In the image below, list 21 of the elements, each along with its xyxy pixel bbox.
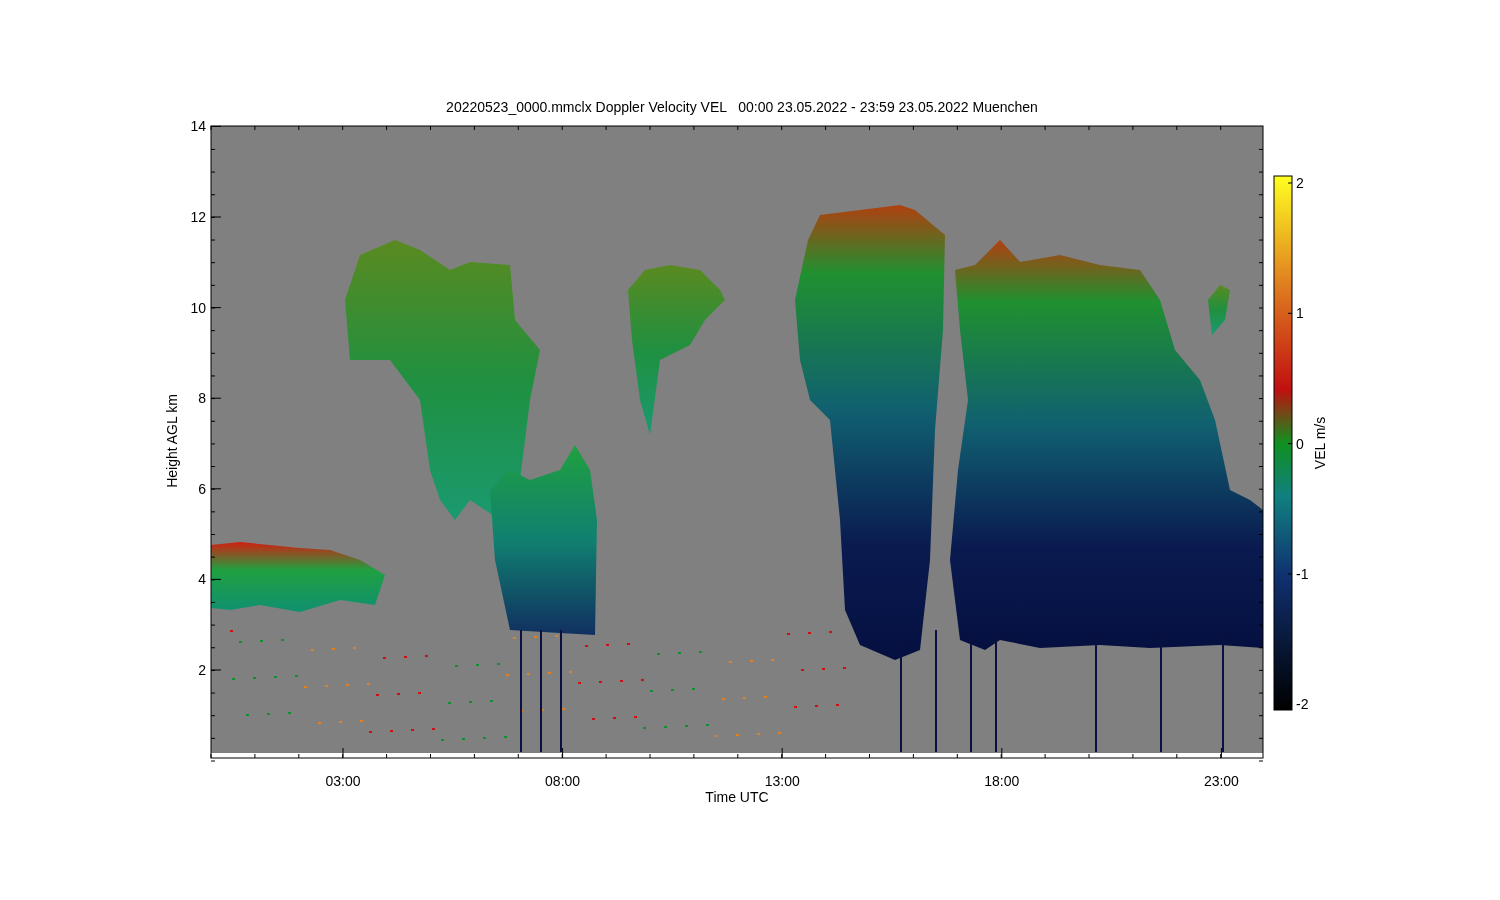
x-tick-label: 03:00 — [325, 773, 361, 789]
y-tick-label: 10 — [190, 299, 206, 316]
y-tick-label: 12 — [190, 209, 206, 225]
x-axis-label: Time UTC — [705, 789, 769, 805]
colorbar-tick-label: -2 — [1296, 696, 1309, 713]
y-tick-label: 4 — [198, 571, 206, 588]
y-tick-label: 6 — [198, 480, 206, 497]
x-tick-label: 18:00 — [984, 773, 1020, 789]
colorbar-label: VEL m/s — [1312, 416, 1328, 470]
colorbar-tick-label: -1 — [1296, 565, 1309, 582]
x-tick-label: 08:00 — [545, 773, 581, 789]
chart-title: 20220523_0000.mmclx Doppler Velocity VEL 00:00 23.05.2022 - 23:59 23.05.2022 Muenchen — [446, 99, 1038, 115]
y-tick-label: 2 — [198, 662, 206, 678]
y-tick-label: 8 — [198, 390, 206, 407]
x-tick-label: 23:00 — [1203, 773, 1239, 789]
colorbar-tick-label: 2 — [1296, 175, 1304, 191]
x-tick-label: 13:00 — [764, 773, 800, 789]
colorbar-tick-label: 1 — [1296, 305, 1304, 322]
y-tick-label: 14 — [190, 118, 206, 135]
y-axis-label: Height AGL km — [164, 394, 180, 488]
colorbar-tick-label: 0 — [1296, 435, 1304, 452]
